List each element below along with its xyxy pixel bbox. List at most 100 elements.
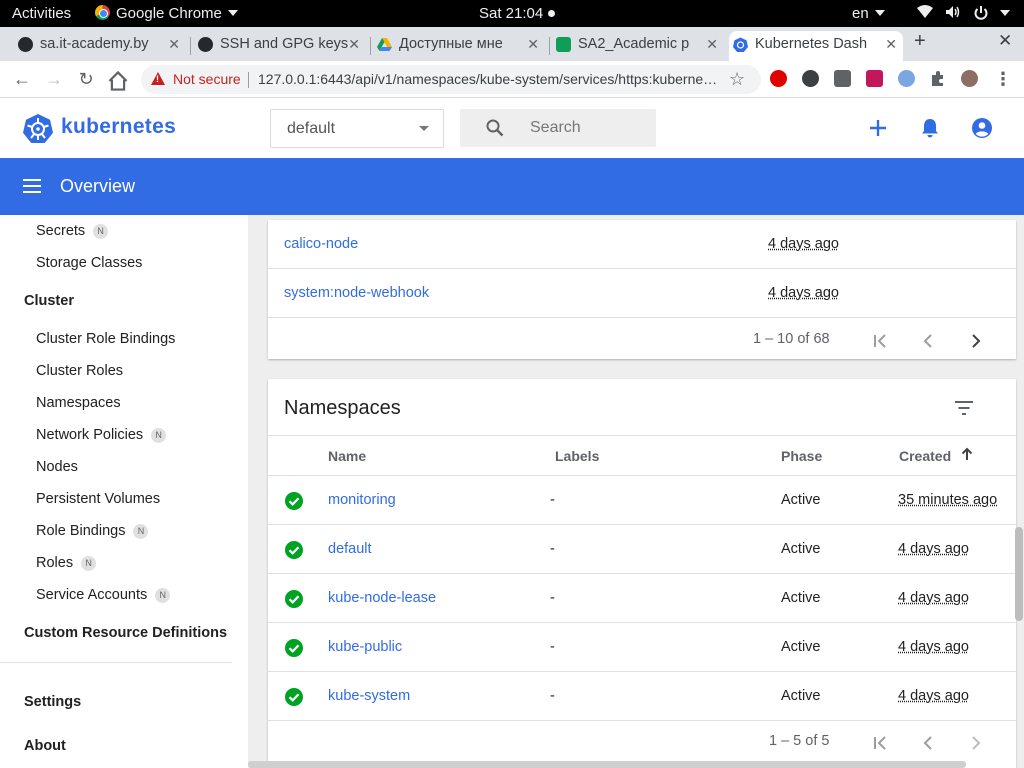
column-header-created[interactable]: Created [899, 448, 951, 464]
namespace-select[interactable]: default [270, 109, 444, 148]
table-row: monitoring - Active 35 minutes ago [268, 476, 1016, 525]
namespace-labels: - [550, 590, 555, 606]
filter-icon[interactable] [954, 400, 974, 416]
extension-blue-icon[interactable] [898, 70, 915, 87]
resource-name-link[interactable]: system:node-webhook [284, 285, 429, 301]
tab-ssh-gpg-keys[interactable]: SSH and GPG keys ✕ [194, 31, 366, 61]
tab-label: sa.it-academy.by [40, 36, 149, 52]
sidebar-item-cluster-role-bindings[interactable]: Cluster Role Bindings [36, 330, 175, 348]
close-icon[interactable]: ✕ [885, 31, 897, 57]
notifications-bell-icon[interactable] [919, 117, 941, 139]
extension-shield-icon[interactable] [834, 70, 851, 87]
namespace-labels: - [550, 492, 555, 508]
sidebar-item-network-policies[interactable]: Network Policies N [36, 426, 167, 444]
close-icon[interactable]: ✕ [706, 31, 718, 57]
sidebar-item-storage-classes[interactable]: Storage Classes [36, 254, 142, 272]
page-title-bar: Overview [0, 158, 1024, 215]
sidebar-item-label: Cluster Role Bindings [36, 331, 176, 347]
tab-google-drive[interactable]: Доступные мне ✕ [373, 31, 545, 61]
namespace-name-link[interactable]: default [328, 541, 372, 557]
resource-name-link[interactable]: calico-node [284, 236, 358, 252]
namespaces-card: Namespaces Name Labels Phase Created mon… [268, 379, 1016, 768]
back-icon[interactable]: ← [11, 68, 33, 90]
activities-button[interactable]: Activities [12, 0, 71, 27]
sidebar-item-about[interactable]: About [24, 737, 66, 755]
table-row: kube-public - Active 4 days ago [268, 623, 1016, 672]
sidebar-item-cluster-roles[interactable]: Cluster Roles [36, 362, 123, 380]
language-selector[interactable]: en [852, 0, 885, 27]
sidebar-item-settings[interactable]: Settings [24, 693, 81, 711]
horizontal-scrollbar[interactable] [248, 761, 966, 768]
vertical-scrollbar[interactable] [1015, 527, 1023, 621]
sidebar-item-service-accounts[interactable]: Service Accounts N [36, 586, 171, 604]
tab-kubernetes-dashboard[interactable]: Kubernetes Dash ✕ [729, 31, 903, 61]
profile-avatar[interactable] [961, 70, 978, 87]
sidebar-item-persistent-volumes[interactable]: Persistent Volumes [36, 490, 160, 508]
reload-icon[interactable]: ↻ [75, 68, 97, 90]
url-text[interactable]: 127.0.0.1:6443/api/v1/namespaces/kube-sy… [258, 65, 718, 94]
dashboard-header: kubernetes default [0, 98, 1024, 158]
previous-resource-card: calico-node 4 days ago system:node-webho… [268, 220, 1016, 359]
menu-hamburger-icon[interactable] [23, 179, 41, 193]
namespace-name-link[interactable]: kube-system [328, 688, 410, 704]
app-menu[interactable]: Google Chrome [95, 0, 238, 27]
next-page-icon[interactable] [967, 332, 985, 350]
extension-red-icon[interactable] [770, 70, 787, 87]
pagination-range: 1 – 5 of 5 [769, 733, 830, 749]
status-success-icon [285, 492, 303, 510]
extension-gray-icon[interactable] [802, 70, 819, 87]
sidebar-item-namespaces[interactable]: Namespaces [36, 394, 121, 412]
status-success-icon [285, 688, 303, 706]
sidebar-item-nodes[interactable]: Nodes [36, 458, 78, 476]
extensions-puzzle-icon[interactable] [929, 70, 946, 87]
created-time: 4 days ago [898, 590, 969, 606]
namespaced-badge: N [93, 224, 109, 239]
account-icon[interactable] [971, 117, 993, 139]
namespace-phase: Active [781, 688, 821, 704]
sidebar-heading-crd[interactable]: Custom Resource Definitions [24, 624, 227, 642]
sidebar-item-secrets[interactable]: Secrets N [36, 222, 109, 240]
sidebar-item-roles[interactable]: Roles N [36, 554, 97, 572]
first-page-icon[interactable] [871, 332, 889, 350]
namespace-name-link[interactable]: kube-node-lease [328, 590, 436, 606]
address-bar[interactable]: Not secure 127.0.0.1:6443/api/v1/namespa… [141, 65, 761, 94]
close-icon[interactable]: ✕ [348, 31, 360, 57]
tab-sa-it-academy[interactable]: sa.it-academy.by ✕ [14, 31, 186, 61]
sidebar-nav: Secrets N Storage Classes Cluster Cluster… [0, 215, 248, 768]
sidebar-heading-cluster[interactable]: Cluster [24, 292, 74, 310]
next-page-icon[interactable] [967, 734, 985, 752]
sidebar-item-role-bindings[interactable]: Role Bindings N [36, 522, 149, 540]
bookmark-star-icon[interactable]: ☆ [729, 65, 745, 94]
clock[interactable]: Sat 21:04 [479, 0, 556, 27]
close-icon[interactable]: ✕ [527, 31, 539, 57]
home-icon[interactable] [107, 70, 129, 92]
column-header-name[interactable]: Name [328, 448, 366, 464]
sort-ascending-icon[interactable] [961, 447, 973, 461]
system-top-bar: Activities Google Chrome Sat 21:04 en [0, 0, 1024, 27]
namespace-name-link[interactable]: kube-public [328, 639, 402, 655]
created-time: 4 days ago [768, 285, 839, 301]
first-page-icon[interactable] [871, 734, 889, 752]
system-status-menu[interactable] [917, 0, 1010, 27]
create-plus-icon[interactable] [867, 117, 889, 139]
search-input[interactable] [530, 109, 650, 147]
security-indicator[interactable]: Not secure [173, 65, 241, 94]
volume-icon [946, 6, 960, 18]
previous-page-icon[interactable] [919, 332, 937, 350]
main-content: calico-node 4 days ago system:node-webho… [248, 215, 1024, 768]
column-header-phase[interactable]: Phase [781, 448, 822, 464]
notification-dot-icon [548, 10, 556, 17]
new-tab-button[interactable]: + [914, 30, 926, 53]
window-close-icon[interactable]: ✕ [998, 31, 1012, 51]
tab-google-sheets[interactable]: SA2_Academic p ✕ [552, 31, 724, 61]
extension-pink-icon[interactable] [866, 70, 883, 87]
forward-icon[interactable]: → [43, 68, 65, 90]
kubernetes-logo-icon[interactable] [23, 113, 53, 143]
brand-name[interactable]: kubernetes [61, 115, 176, 139]
previous-page-icon[interactable] [919, 734, 937, 752]
namespace-name-link[interactable]: monitoring [328, 492, 396, 508]
table-row: default - Active 4 days ago [268, 525, 1016, 574]
chevron-down-icon [227, 10, 238, 16]
chrome-menu-icon[interactable]: ⋮ [992, 68, 1014, 90]
close-icon[interactable]: ✕ [168, 31, 180, 57]
